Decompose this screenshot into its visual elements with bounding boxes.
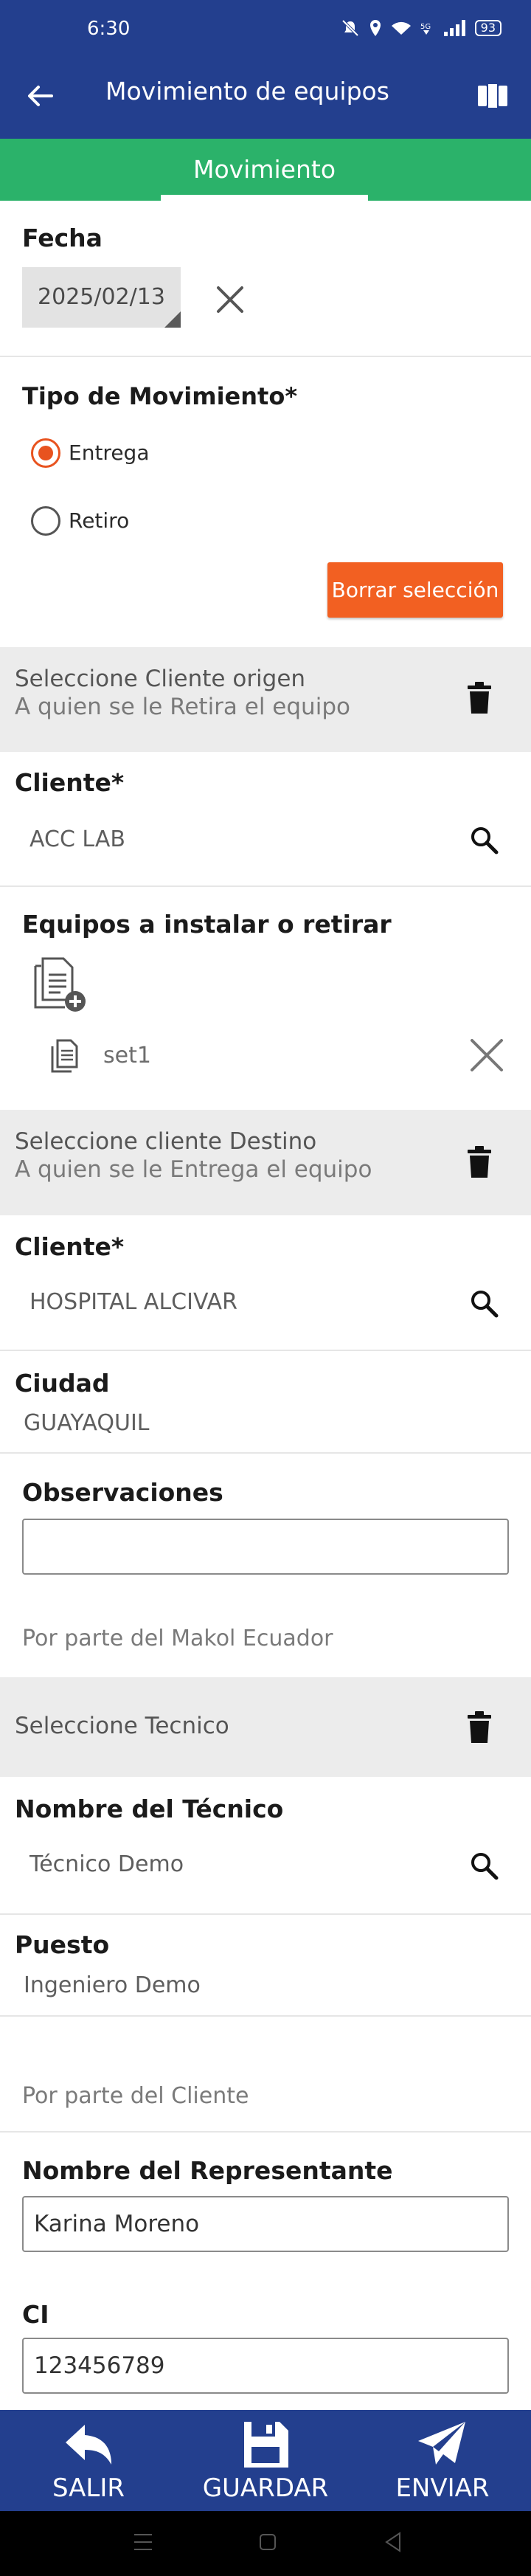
tab-bar: Movimiento bbox=[0, 139, 531, 201]
save-icon bbox=[244, 2422, 288, 2468]
representante-input[interactable]: Karina Moreno bbox=[22, 2196, 509, 2252]
status-time: 6:30 bbox=[87, 18, 131, 40]
bottom-action-bar: SALIR GUARDAR ENVIAR bbox=[0, 2410, 531, 2511]
puesto-label: Puesto bbox=[15, 1930, 110, 1959]
date-corner-mark bbox=[164, 311, 181, 328]
representante-label: Nombre del Representante bbox=[22, 2156, 393, 2185]
delete-origen-icon[interactable] bbox=[465, 681, 494, 715]
divider bbox=[0, 356, 531, 357]
ciudad-value: GUAYAQUIL bbox=[24, 1410, 150, 1436]
cliente-parte-note: Por parte del Cliente bbox=[22, 2083, 249, 2109]
divider bbox=[0, 1452, 531, 1454]
divider bbox=[0, 1350, 531, 1351]
cliente-destino-subtitle: A quien se le Entrega el equipo bbox=[15, 1156, 372, 1183]
app-bar: Movimiento de equipos bbox=[0, 52, 531, 139]
observaciones-input[interactable] bbox=[22, 1519, 509, 1575]
cliente-destino-label: Cliente* bbox=[15, 1232, 125, 1261]
cliente-origen-subtitle: A quien se le Retira el equipo bbox=[15, 694, 350, 720]
radio-entrega[interactable] bbox=[31, 438, 60, 468]
tipo-movimiento-label: Tipo de Movimiento* bbox=[22, 382, 298, 410]
equipo-item-name: set1 bbox=[103, 1043, 151, 1068]
clear-date-icon[interactable] bbox=[214, 283, 246, 316]
enviar-button[interactable]: ENVIAR bbox=[354, 2410, 531, 2511]
home-icon[interactable] bbox=[258, 2530, 277, 2554]
cliente-destino-value: HOSPITAL ALCIVAR bbox=[30, 1289, 237, 1315]
back-arrow-icon[interactable] bbox=[25, 81, 55, 111]
system-nav-bar bbox=[0, 2511, 531, 2576]
search-origen-icon[interactable] bbox=[469, 825, 499, 854]
enviar-label: ENVIAR bbox=[395, 2473, 490, 2503]
svg-text:5G: 5G bbox=[420, 23, 431, 31]
send-icon bbox=[418, 2422, 465, 2465]
tecnico-band-title: Seleccione Tecnico bbox=[15, 1713, 229, 1739]
nombre-tecnico-label: Nombre del Técnico bbox=[15, 1795, 284, 1823]
page-title: Movimiento de equipos bbox=[105, 77, 389, 106]
system-icons: 5G 93 bbox=[341, 19, 502, 37]
ci-input[interactable]: 123456789 bbox=[22, 2338, 509, 2394]
delete-destino-icon[interactable] bbox=[465, 1145, 494, 1179]
tab-indicator bbox=[161, 195, 368, 201]
reply-arrow-icon bbox=[66, 2425, 111, 2465]
fecha-label: Fecha bbox=[22, 224, 103, 252]
cliente-origen-label: Cliente* bbox=[15, 768, 125, 797]
ciudad-label: Ciudad bbox=[15, 1369, 110, 1398]
equipos-label: Equipos a instalar o retirar bbox=[22, 910, 392, 939]
search-tecnico-icon[interactable] bbox=[469, 1851, 499, 1880]
divider bbox=[0, 1913, 531, 1915]
document-icon bbox=[51, 1039, 78, 1073]
remove-equipo-icon[interactable] bbox=[468, 1036, 506, 1074]
clear-selection-button[interactable]: Borrar selección bbox=[327, 562, 503, 618]
tecnico-band[interactable]: Seleccione Tecnico bbox=[0, 1677, 531, 1777]
cliente-destino-band[interactable]: Seleccione cliente Destino A quien se le… bbox=[0, 1110, 531, 1215]
radio-retiro[interactable] bbox=[31, 506, 60, 536]
radio-retiro-label: Retiro bbox=[69, 508, 130, 533]
nav-back-icon[interactable] bbox=[384, 2530, 403, 2554]
battery-indicator: 93 bbox=[474, 20, 502, 36]
salir-button[interactable]: SALIR bbox=[0, 2410, 177, 2511]
delete-tecnico-icon[interactable] bbox=[465, 1710, 494, 1744]
cliente-destino-title: Seleccione cliente Destino bbox=[15, 1128, 317, 1155]
recent-apps-icon[interactable] bbox=[133, 2530, 153, 2554]
status-bar: 6:30 5G 93 bbox=[0, 0, 531, 52]
cliente-origen-value: ACC LAB bbox=[30, 826, 125, 852]
observaciones-label: Observaciones bbox=[22, 1478, 223, 1507]
radio-entrega-label: Entrega bbox=[69, 441, 150, 465]
salir-label: SALIR bbox=[52, 2473, 125, 2503]
mute-icon bbox=[341, 19, 359, 37]
guardar-label: GUARDAR bbox=[202, 2473, 329, 2503]
location-icon bbox=[369, 20, 381, 36]
divider bbox=[0, 885, 531, 887]
date-value: 2025/02/13 bbox=[38, 284, 165, 310]
wifi-icon bbox=[391, 21, 411, 35]
signal-icon bbox=[443, 20, 465, 36]
divider bbox=[0, 2015, 531, 2017]
add-document-icon[interactable] bbox=[32, 956, 88, 1015]
nombre-tecnico-value: Técnico Demo bbox=[30, 1851, 184, 1877]
cliente-origen-band[interactable]: Seleccione Cliente origen A quien se le … bbox=[0, 647, 531, 752]
puesto-value: Ingeniero Demo bbox=[24, 1972, 201, 1998]
search-destino-icon[interactable] bbox=[469, 1288, 499, 1318]
representante-value: Karina Moreno bbox=[34, 2211, 200, 2237]
ci-value: 123456789 bbox=[34, 2352, 165, 2379]
divider bbox=[0, 2131, 531, 2133]
book-icon[interactable] bbox=[476, 81, 509, 111]
cliente-origen-title: Seleccione Cliente origen bbox=[15, 666, 306, 692]
ci-label: CI bbox=[22, 2300, 49, 2329]
tab-movimiento[interactable]: Movimiento bbox=[161, 139, 368, 201]
network-icon: 5G bbox=[420, 23, 431, 35]
date-field[interactable]: 2025/02/13 bbox=[22, 267, 181, 328]
guardar-button[interactable]: GUARDAR bbox=[177, 2410, 354, 2511]
makol-note: Por parte del Makol Ecuador bbox=[22, 1626, 333, 1651]
